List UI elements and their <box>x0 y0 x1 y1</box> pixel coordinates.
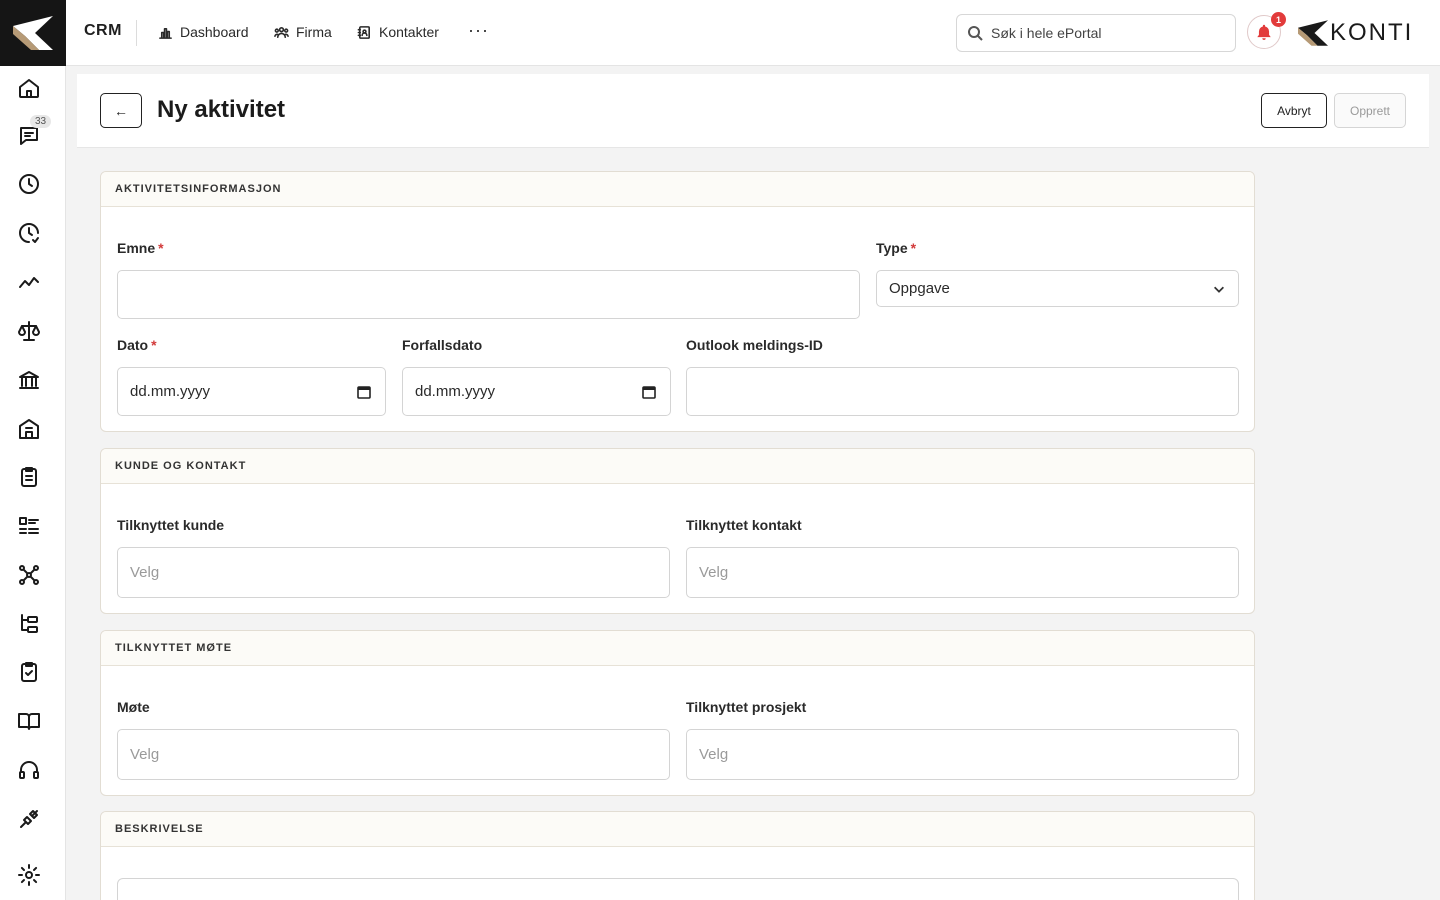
rich-text-toolbar[interactable] <box>117 878 1239 900</box>
calendar-icon[interactable] <box>642 385 656 399</box>
book-icon[interactable] <box>15 707 43 735</box>
required-marker: * <box>910 240 917 256</box>
label-text: Dato <box>117 337 149 353</box>
konti-logo-icon <box>13 16 53 50</box>
company-logo-text: KONTI <box>1330 19 1414 46</box>
clock-icon[interactable] <box>15 170 43 198</box>
users-icon <box>274 26 289 38</box>
clipboard-check-icon[interactable] <box>15 658 43 686</box>
contact-card-icon <box>357 25 370 39</box>
subject-input[interactable] <box>117 270 860 319</box>
more-menu-button[interactable]: ··· <box>468 20 489 41</box>
due-date-placeholder: dd.mm.yyyy <box>415 383 496 400</box>
sidebar: 33 <box>0 0 66 900</box>
meeting-label: Møte <box>117 699 150 715</box>
outlook-id-input[interactable] <box>686 367 1239 416</box>
app-logo[interactable] <box>0 0 66 66</box>
company-logo: KONTI <box>1298 18 1413 48</box>
building-icon[interactable] <box>15 415 43 443</box>
chat-count-badge: 33 <box>30 115 52 128</box>
customer-label: Tilknyttet kunde <box>117 517 225 533</box>
headset-icon[interactable] <box>15 756 43 784</box>
trend-icon[interactable] <box>15 268 43 296</box>
network-icon[interactable] <box>15 561 43 589</box>
nav-kontakter[interactable]: Kontakter <box>357 24 439 40</box>
customer-contact-section: KUNDE OG KONTAKT Tilknyttet kunde Velg T… <box>100 448 1255 614</box>
customer-select[interactable]: Velg <box>117 547 670 598</box>
meeting-section: TILKNYTTET MØTE Møte Velg Tilknyttet pro… <box>100 630 1255 796</box>
required-marker: * <box>151 337 157 353</box>
search-placeholder: Søk i hele ePortal <box>991 25 1102 41</box>
konti-logo-icon <box>1298 20 1328 46</box>
description-section: BESKRIVELSE <box>100 811 1255 900</box>
calendar-icon[interactable] <box>357 385 371 399</box>
chevron-down-icon <box>1214 286 1224 293</box>
search-input[interactable]: Søk i hele ePortal <box>956 14 1236 52</box>
section-title: KUNDE OG KONTAKT <box>101 449 1254 484</box>
contact-select[interactable]: Velg <box>686 547 1239 598</box>
create-button[interactable]: Opprett <box>1334 93 1406 128</box>
label-text: Type <box>876 240 908 256</box>
label-text: Outlook meldings-ID <box>686 337 823 353</box>
subject-label: Emne * <box>117 240 164 256</box>
nav-dashboard[interactable]: Dashboard <box>158 24 249 40</box>
cancel-button[interactable]: Avbryt <box>1261 93 1327 128</box>
tree-icon[interactable] <box>15 610 43 638</box>
outlook-id-label: Outlook meldings-ID <box>686 337 823 353</box>
label-text: Forfallsdato <box>402 337 483 353</box>
gear-icon[interactable] <box>15 861 43 889</box>
project-label: Tilknyttet prosjekt <box>686 699 807 715</box>
date-placeholder: dd.mm.yyyy <box>130 383 211 400</box>
home-icon[interactable] <box>15 74 43 102</box>
app-brand[interactable]: CRM <box>84 22 122 40</box>
type-value: Oppgave <box>889 280 950 297</box>
due-date-input[interactable]: dd.mm.yyyy <box>402 367 671 416</box>
section-title: TILKNYTTET MØTE <box>101 631 1254 666</box>
meeting-select[interactable]: Velg <box>117 729 670 780</box>
activity-info-section: AKTIVITETSINFORMASJON Emne * Type * Oppgav… <box>100 171 1255 432</box>
contact-label: Tilknyttet kontakt <box>686 517 802 533</box>
nav-label: Firma <box>296 24 332 40</box>
section-title: BESKRIVELSE <box>101 812 1254 847</box>
notification-count-badge: 1 <box>1271 12 1286 27</box>
type-label: Type * <box>876 240 916 256</box>
divider <box>136 20 137 46</box>
clock-check-icon[interactable] <box>15 219 43 247</box>
nav-firma[interactable]: Firma <box>274 24 332 40</box>
label-text: Emne <box>117 240 156 256</box>
date-input[interactable]: dd.mm.yyyy <box>117 367 386 416</box>
page-header: ← Ny aktivitet Avbryt Opprett <box>77 74 1429 148</box>
list-icon[interactable] <box>15 512 43 540</box>
date-label: Dato * <box>117 337 157 353</box>
scale-icon[interactable] <box>15 317 43 345</box>
due-date-label: Forfallsdato <box>402 337 482 353</box>
bell-icon <box>1257 24 1271 40</box>
bar-chart-icon <box>159 27 172 39</box>
search-icon <box>968 26 983 41</box>
project-select[interactable]: Velg <box>686 729 1239 780</box>
bank-icon[interactable] <box>15 366 43 394</box>
nav-label: Dashboard <box>180 24 249 40</box>
required-marker: * <box>158 240 164 256</box>
page-title: Ny aktivitet <box>157 96 286 123</box>
section-title: AKTIVITETSINFORMASJON <box>101 172 1254 207</box>
topbar: CRM Dashboard Firma Kontakter ··· Søk i … <box>66 0 1440 66</box>
clipboard-icon[interactable] <box>15 463 43 491</box>
type-select[interactable]: Oppgave <box>876 270 1239 307</box>
plug-icon[interactable] <box>15 805 43 833</box>
nav-label: Kontakter <box>379 24 439 40</box>
back-button[interactable]: ← <box>100 93 142 128</box>
